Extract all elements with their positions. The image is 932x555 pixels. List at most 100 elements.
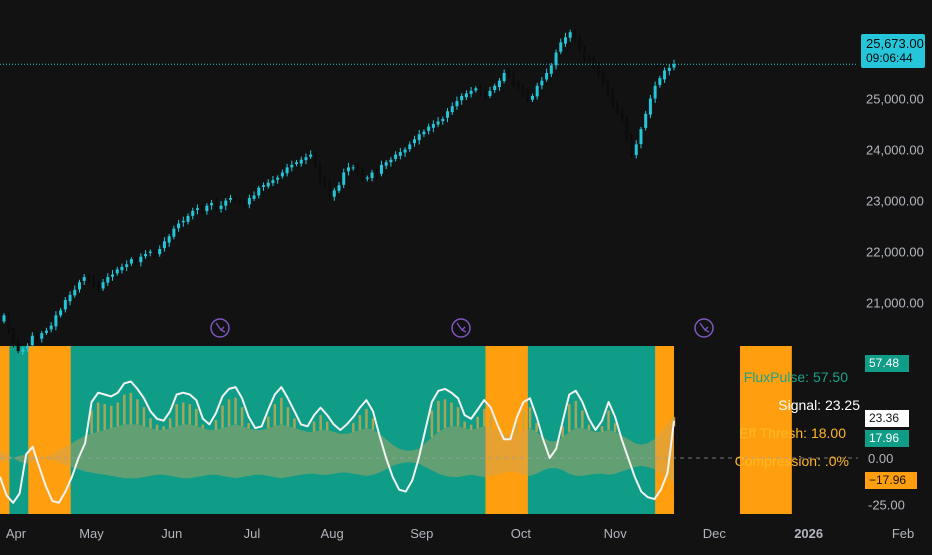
candle-body: [615, 104, 619, 112]
price-tick-label: 25,000.00: [866, 92, 924, 107]
candle-body: [545, 73, 549, 80]
candle-body: [299, 159, 303, 164]
candle-body: [351, 167, 355, 169]
candle-body: [332, 190, 336, 197]
candle-body: [441, 118, 445, 122]
candle-body: [479, 87, 483, 94]
candle-body: [436, 121, 440, 125]
candle-body: [361, 171, 365, 178]
legend-fluxpulse: FluxPulse: 57.50: [744, 369, 848, 385]
time-tick-label: 2026: [794, 526, 823, 541]
price-tick-label: 24,000.00: [866, 143, 924, 158]
candle-body: [398, 152, 402, 156]
time-tick-label: Dec: [703, 526, 727, 541]
candle-body: [92, 279, 96, 285]
candle-body: [77, 282, 81, 290]
candle-body: [285, 167, 289, 174]
candle-body: [431, 124, 435, 128]
candle-body: [512, 74, 516, 84]
candle-body: [370, 172, 374, 179]
candle-body: [247, 198, 251, 205]
chart-canvas[interactable]: 26,000.0025,000.0024,000.0023,000.0022,0…: [0, 0, 932, 550]
candle-body: [219, 205, 223, 210]
candle-body: [365, 177, 369, 179]
candle-body: [667, 67, 671, 71]
candle-body: [304, 157, 308, 161]
candle-body: [195, 208, 199, 210]
candle-body: [243, 202, 247, 206]
candle-body: [497, 80, 501, 87]
candle-body: [582, 50, 586, 58]
candle-body: [313, 153, 317, 165]
candle-body: [460, 95, 464, 101]
candle-body: [389, 159, 393, 163]
candle-body: [252, 195, 256, 199]
candle-body: [63, 300, 67, 310]
candle-body: [21, 348, 25, 352]
price-tick-label: 22,000.00: [866, 245, 924, 260]
trading-chart: 26,000.0025,000.0024,000.0023,000.0022,0…: [0, 0, 932, 550]
last-price-value: 25,673.00: [866, 36, 924, 51]
candle-body: [54, 315, 58, 327]
time-tick-label: Apr: [6, 526, 27, 541]
candle-body: [403, 149, 407, 153]
time-tick-label: Oct: [511, 526, 532, 541]
candle-body: [446, 111, 450, 118]
candle-body: [450, 106, 454, 113]
legend-thresh: Eff Thresh: 18.00: [739, 425, 846, 441]
candle-body: [507, 72, 511, 76]
candle-body: [578, 38, 582, 51]
candle-body: [346, 167, 350, 172]
candle-body: [153, 252, 157, 255]
candle-body: [568, 32, 572, 38]
fluxpulse-badge: 57.48: [865, 355, 909, 372]
candle-body: [516, 84, 520, 89]
candle-body: [167, 236, 171, 243]
candle-body: [535, 85, 539, 97]
candle-body: [408, 144, 412, 150]
price-tick-label: 23,000.00: [866, 194, 924, 209]
candle-body: [563, 37, 567, 44]
candle-body: [158, 249, 162, 255]
candle-body: [422, 131, 426, 135]
countdown-value: 09:06:44: [866, 51, 913, 65]
candle-body: [559, 42, 563, 52]
candle-body: [49, 325, 53, 330]
candle-body: [540, 80, 544, 86]
candle-body: [214, 201, 218, 209]
time-tick-label: Sep: [410, 526, 433, 541]
candle-body: [658, 78, 662, 85]
candle-body: [280, 172, 284, 177]
time-tick-label: Nov: [604, 526, 628, 541]
candle-body: [139, 256, 143, 263]
candle-body: [384, 162, 388, 166]
candle-body: [606, 82, 610, 94]
time-tick-label: Jul: [244, 526, 261, 541]
candle-body: [162, 241, 166, 249]
candle-body: [597, 66, 601, 74]
candle-body: [177, 223, 181, 229]
thresh-neg-badge: −17.96: [865, 472, 917, 489]
candle-body: [474, 88, 478, 91]
candle-body: [200, 209, 204, 211]
candle-body: [620, 111, 624, 119]
regime-orange-segment: [28, 346, 71, 514]
candle-body: [16, 342, 20, 352]
candle-body: [455, 101, 459, 107]
candle-body: [483, 94, 487, 96]
candle-body: [205, 205, 209, 212]
candle-body: [663, 70, 667, 80]
candle-body: [7, 315, 11, 331]
candle-body: [115, 269, 119, 274]
candle-body: [101, 282, 105, 289]
candle-body: [379, 164, 383, 174]
candle-body: [530, 95, 534, 100]
candle-body: [125, 264, 129, 267]
candle-body: [276, 177, 280, 180]
candle-body: [224, 200, 228, 206]
candle-body: [601, 73, 605, 84]
candle-body: [488, 90, 492, 96]
oscillator-tick-label: -25.00: [868, 498, 905, 513]
candle-body: [26, 345, 30, 349]
time-tick-label: Aug: [321, 526, 344, 541]
